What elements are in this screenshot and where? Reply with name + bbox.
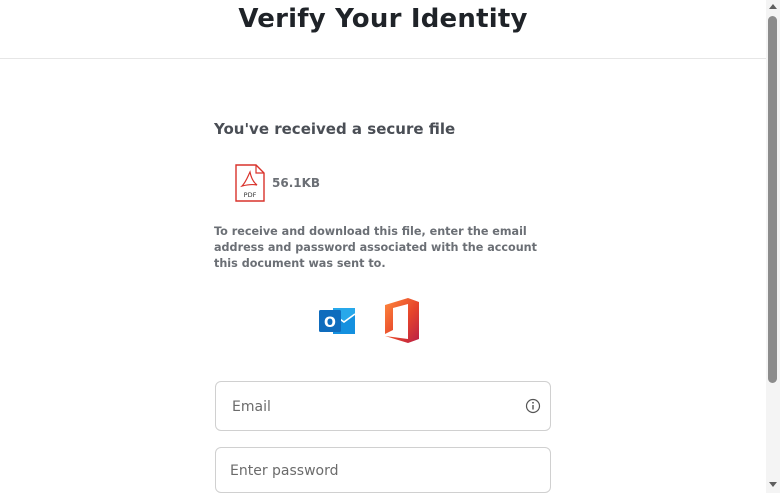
instructions-text: To receive and download this file, enter… <box>214 225 537 270</box>
info-icon[interactable] <box>525 398 541 414</box>
scrollbar[interactable] <box>766 0 780 493</box>
scroll-up-arrow-icon[interactable] <box>769 4 777 9</box>
file-row: PDF 56.1KB <box>234 163 320 203</box>
outlook-letter: O <box>324 315 336 331</box>
email-field[interactable] <box>215 381 551 432</box>
scroll-down-arrow-icon[interactable] <box>769 482 777 487</box>
pdf-badge: PDF <box>244 191 257 199</box>
office-icon[interactable] <box>382 297 422 344</box>
header-bar: Verify Your Identity <box>0 0 766 59</box>
file-size: 56.1KB <box>272 176 321 190</box>
password-field[interactable] <box>215 447 551 494</box>
outlook-icon[interactable]: O <box>317 300 359 342</box>
page-title: Verify Your Identity <box>238 4 528 34</box>
email-input[interactable] <box>230 382 514 432</box>
password-input[interactable] <box>228 448 532 494</box>
scroll-thumb[interactable] <box>768 16 777 383</box>
pdf-file-icon[interactable]: PDF <box>234 164 266 202</box>
section-heading: You've received a secure file <box>214 120 456 138</box>
